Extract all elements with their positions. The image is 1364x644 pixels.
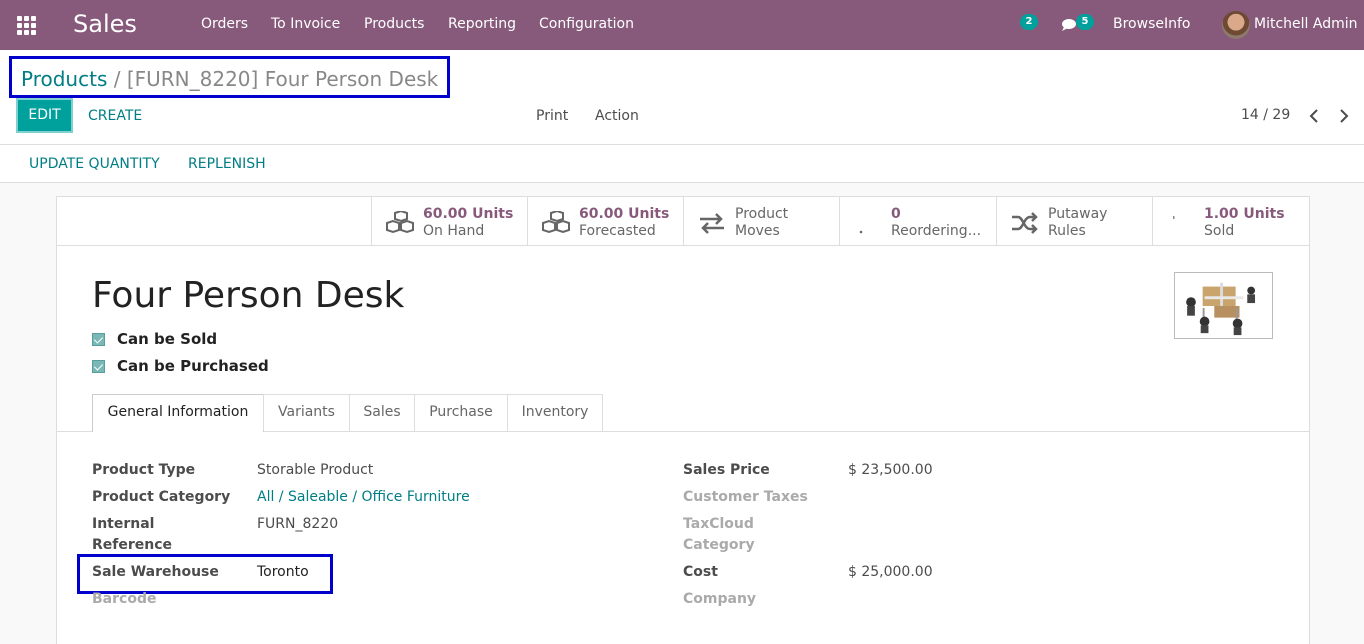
tab-purchase[interactable]: Purchase [414, 394, 508, 431]
breadcrumb-current: [FURN_8220] Four Person Desk [126, 67, 439, 91]
product-name: Four Person Desk [92, 275, 405, 316]
sold-label: Sold [1204, 223, 1235, 239]
breadcrumb-separator: / [113, 67, 121, 91]
cubes-icon [542, 211, 570, 234]
breadcrumb: Products / [FURN_8220] Four Person Desk [9, 56, 451, 98]
sale-warehouse-label: Sale Warehouse [92, 564, 219, 580]
reordering-button[interactable]: 0 Reordering... [839, 197, 996, 245]
product-image[interactable] [1174, 272, 1273, 339]
company-label: Company [683, 591, 757, 607]
internal-reference-label-line2: Reference [92, 537, 173, 553]
replenish-button[interactable]: REPLENISH [188, 156, 266, 172]
can-be-sold-label: Can be Sold [117, 330, 218, 348]
company-switcher[interactable]: BrowseInfo [1113, 16, 1190, 32]
product-moves-button[interactable]: Product Moves [683, 197, 840, 245]
notebook-tabs: General Information Variants Sales Purch… [57, 394, 1309, 432]
top-navbar: Sales Orders To Invoice Products Reporti… [0, 0, 1364, 50]
print-menu[interactable]: Print [536, 108, 568, 124]
update-quantity-button[interactable]: UPDATE QUANTITY [29, 156, 160, 172]
internal-reference-label: Internal [92, 516, 155, 532]
product-type-value[interactable]: Storable Product [257, 462, 373, 478]
cubes-icon [386, 211, 414, 234]
sales-price-value[interactable]: $ 23,500.00 [848, 462, 933, 478]
taxcloud-category-label: TaxCloud [683, 516, 754, 532]
chevron-left-icon[interactable] [1309, 109, 1319, 123]
product-moves-label-1: Product [735, 206, 789, 222]
tab-inventory[interactable]: Inventory [507, 394, 603, 431]
smart-buttons: 60.00 Units On Hand 60.00 Units Forecast… [371, 197, 1310, 246]
chevron-right-icon[interactable] [1339, 109, 1349, 123]
reordering-label: Reordering... [891, 223, 982, 239]
taxcloud-category-label-line2: Category [683, 537, 755, 553]
product-moves-label-2: Moves [735, 223, 780, 239]
cost-value[interactable]: $ 25,000.00 [848, 564, 933, 580]
forecasted-value: 60.00 Units [579, 206, 670, 222]
putaway-label-1: Putaway [1048, 206, 1108, 222]
sale-warehouse-value[interactable]: Toronto [257, 564, 309, 580]
forecasted-button[interactable]: 60.00 Units Forecasted [527, 197, 684, 245]
signal-icon [1173, 216, 1175, 219]
tab-sales[interactable]: Sales [349, 394, 415, 431]
on-hand-value: 60.00 Units [423, 206, 514, 222]
menu-orders[interactable]: Orders [201, 16, 248, 32]
reordering-count: 0 [891, 206, 901, 222]
avatar[interactable] [1222, 11, 1250, 39]
menu-reporting[interactable]: Reporting [448, 16, 516, 32]
sold-value: 1.00 Units [1204, 206, 1285, 222]
putaway-rules-button[interactable]: Putaway Rules [996, 197, 1153, 245]
menu-configuration[interactable]: Configuration [539, 16, 634, 32]
can-be-sold-checkbox[interactable] [92, 333, 105, 346]
action-menu[interactable]: Action [595, 108, 639, 124]
product-type-label: Product Type [92, 462, 196, 478]
breadcrumb-products-link[interactable]: Products [21, 67, 107, 91]
create-button[interactable]: CREATE [88, 108, 142, 124]
pager-value[interactable]: 14 / 29 [1241, 107, 1290, 123]
can-be-purchased-label: Can be Purchased [117, 357, 269, 375]
status-bar: UPDATE QUANTITY REPLENISH [0, 145, 1364, 183]
barcode-label: Barcode [92, 591, 157, 607]
edit-button[interactable]: EDIT [16, 98, 73, 133]
putaway-label-2: Rules [1048, 223, 1086, 239]
on-hand-button[interactable]: 60.00 Units On Hand [371, 197, 528, 245]
sales-price-label: Sales Price [683, 462, 770, 478]
app-name[interactable]: Sales [73, 10, 137, 38]
form-sheet: 60.00 Units On Hand 60.00 Units Forecast… [56, 196, 1310, 644]
menu-to-invoice[interactable]: To Invoice [271, 16, 340, 32]
exchange-icon [700, 213, 724, 234]
sold-button[interactable]: 1.00 Units Sold [1152, 197, 1310, 245]
tab-variants[interactable]: Variants [263, 394, 350, 431]
control-panel: Products / [FURN_8220] Four Person Desk … [0, 50, 1364, 145]
internal-reference-value[interactable]: FURN_8220 [257, 516, 338, 532]
apps-menu-icon[interactable] [17, 16, 37, 35]
cost-label: Cost [683, 564, 718, 580]
message-badge[interactable]: 5 [1076, 14, 1094, 30]
forecasted-label: Forecasted [579, 223, 656, 239]
product-category-label: Product Category [92, 489, 231, 505]
user-menu[interactable]: Mitchell Admin [1254, 16, 1358, 32]
tab-general-information[interactable]: General Information [92, 394, 264, 432]
can-be-purchased-checkbox[interactable] [92, 360, 105, 373]
customer-taxes-label: Customer Taxes [683, 489, 808, 505]
menu-products[interactable]: Products [364, 16, 424, 32]
random-icon [1012, 212, 1038, 234]
activity-badge[interactable]: 2 [1020, 14, 1038, 30]
on-hand-label: On Hand [423, 223, 485, 239]
divider [57, 245, 371, 246]
product-category-value[interactable]: All / Saleable / Office Furniture [257, 489, 470, 505]
refresh-icon [859, 230, 863, 234]
